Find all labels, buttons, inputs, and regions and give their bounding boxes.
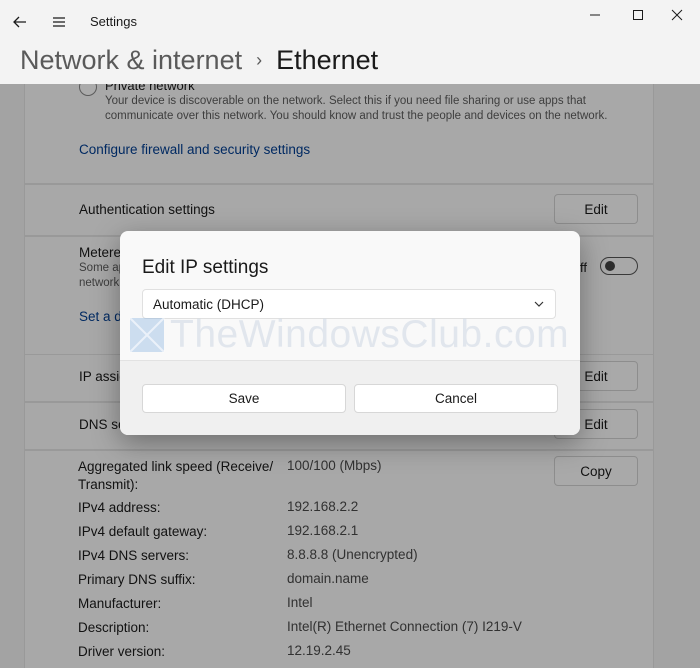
breadcrumb-separator: › — [256, 49, 263, 70]
save-button[interactable]: Save — [142, 384, 346, 413]
dropdown-selected-value: Automatic (DHCP) — [153, 297, 265, 312]
maximize-icon — [633, 10, 643, 20]
breadcrumb: Network & internet › Ethernet — [20, 40, 378, 80]
minimize-icon — [590, 14, 600, 16]
chevron-down-icon — [534, 301, 544, 307]
cancel-button[interactable]: Cancel — [354, 384, 558, 413]
title-bar: Settings — [0, 0, 700, 44]
edit-ip-settings-dialog: Edit IP settings Automatic (DHCP) Save C… — [120, 231, 580, 435]
close-icon — [671, 9, 683, 21]
menu-button[interactable] — [45, 8, 73, 36]
ip-mode-dropdown[interactable]: Automatic (DHCP) — [142, 289, 556, 319]
page-title: Ethernet — [276, 44, 379, 75]
minimize-button[interactable] — [572, 0, 618, 30]
back-button[interactable] — [6, 8, 34, 36]
close-button[interactable] — [654, 0, 700, 30]
dialog-footer: Save Cancel — [120, 360, 580, 435]
app-title: Settings — [90, 14, 137, 29]
hamburger-icon — [53, 17, 65, 27]
breadcrumb-parent[interactable]: Network & internet — [20, 45, 242, 76]
arrow-left-icon — [13, 16, 26, 28]
dialog-title: Edit IP settings — [142, 257, 269, 278]
